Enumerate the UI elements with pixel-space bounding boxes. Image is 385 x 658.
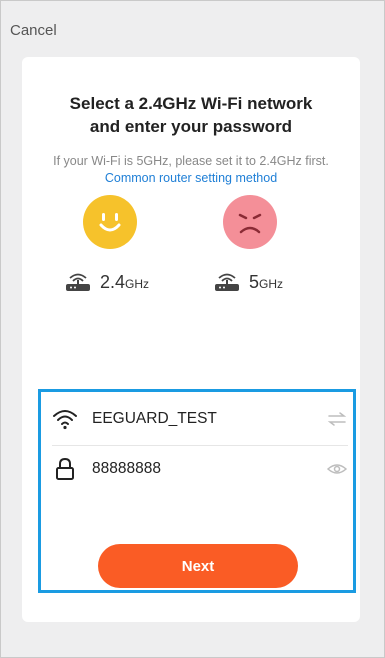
wifi-icon [53,410,77,430]
band-2-4-unit: GHz [125,276,150,291]
field-divider [52,445,348,446]
next-button[interactable]: Next [98,544,298,588]
subtitle: If your Wi-Fi is 5GHz, please set it to … [38,153,344,187]
password-field[interactable]: 88888888 [52,449,348,489]
band-5ghz: 5GHz [213,270,283,294]
subtitle-text: If your Wi-Fi is 5GHz, please set it to … [53,154,329,168]
wifi-name-field[interactable]: EEGUARD_TEST [52,399,348,439]
cancel-button[interactable]: Cancel [10,22,57,39]
title-line-1: Select a 2.4GHz Wi-Fi network [69,94,313,113]
band-5-number: 5 [249,271,260,292]
router-setting-link[interactable]: Common router setting method [105,171,277,185]
router-icon [66,273,90,291]
page-title: Select a 2.4GHz Wi-Fi network and enter … [22,92,360,138]
smile-face-icon [83,195,137,249]
password-value: 88888888 [92,460,161,477]
title-line-2: and enter your password [89,117,293,136]
sad-face-icon [223,195,277,249]
band-5-unit: GHz [259,276,284,291]
switch-network-icon[interactable] [326,408,348,430]
show-password-icon[interactable] [326,458,348,480]
wifi-name-value: EEGUARD_TEST [92,410,217,427]
band-2-4ghz: 2.4GHz [64,270,149,294]
band-2-4-number: 2.4 [100,271,126,292]
router-icon [215,273,239,291]
lock-icon [56,457,74,480]
